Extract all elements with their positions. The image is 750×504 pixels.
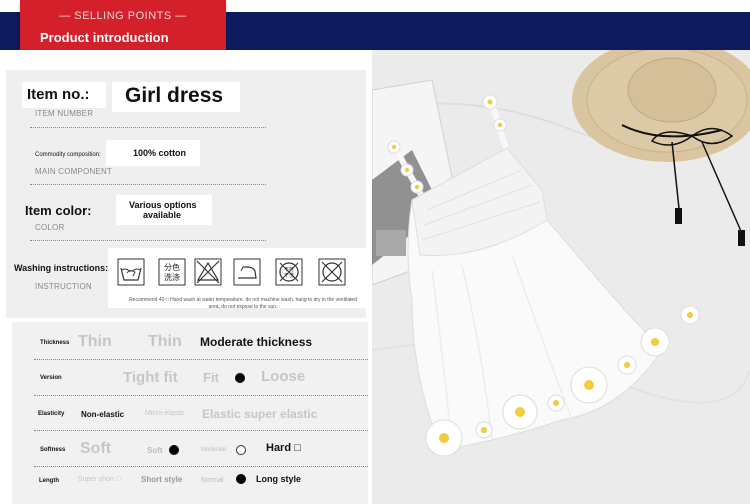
no-dry-clean-icon: 不可 干洗: [275, 258, 303, 286]
divider: [30, 127, 266, 128]
softness-option-3: Moderate: [201, 447, 227, 453]
hand-wash-icon: [117, 258, 145, 286]
svg-text:洗涤: 洗涤: [164, 272, 180, 282]
divider: [34, 430, 368, 431]
softness-option-2: Soft: [147, 446, 163, 455]
product-introduction-title: Product introduction: [40, 30, 169, 45]
softness-option-4: Hard □: [266, 442, 301, 454]
version-label: Version: [40, 375, 62, 381]
length-option-1: Super short □: [78, 476, 121, 483]
product-photo: [372, 50, 750, 504]
thickness-option-1: Thin: [78, 333, 112, 350]
version-option-3: Loose: [261, 368, 306, 385]
elasticity-option-3: Elastic super elastic: [202, 407, 318, 421]
washing-caption: Recommend 40 □ Hand wash at water temper…: [129, 297, 357, 310]
svg-text:干洗: 干洗: [284, 272, 294, 279]
no-tumble-dry-icon: [318, 258, 346, 286]
length-option-2: Short style: [141, 475, 183, 484]
thickness-option-3: Moderate thickness: [200, 335, 313, 349]
instruction-sublabel: INSTRUCTION: [35, 282, 92, 291]
elasticity-option-1: Non-elastic: [81, 410, 125, 419]
elasticity-label: Elasticity: [38, 411, 65, 417]
thickness-label: Thickness: [40, 340, 70, 346]
softness-empty-dot: [236, 445, 246, 455]
softness-option-1: Soft: [80, 440, 112, 457]
elasticity-option-2: Micro-elastic: [145, 410, 185, 417]
divider: [30, 184, 266, 185]
thickness-option-2: Thin: [148, 333, 182, 350]
length-option-4: Long style: [256, 474, 302, 484]
svg-text:分色: 分色: [164, 262, 180, 272]
item-no-value: Girl dress: [125, 84, 224, 107]
item-no-label: Item no.:: [27, 86, 90, 103]
no-bleach-icon: [194, 258, 222, 286]
item-number-sublabel: ITEM NUMBER: [35, 109, 94, 118]
version-selected-dot: [235, 373, 245, 383]
color-value-line2: available: [143, 210, 182, 220]
divider: [30, 240, 266, 241]
softness-selected-dot: [169, 445, 179, 455]
composition-label: Commodity composition:: [35, 152, 101, 158]
iron-icon: [233, 258, 261, 286]
length-option-3: Normal: [201, 477, 224, 484]
main-component-sublabel: MAIN COMPONENT: [35, 167, 113, 176]
item-color-label: Item color:: [25, 203, 92, 218]
washing-instructions-label: Washing instructions:: [14, 263, 109, 273]
color-value-line1: Various options: [129, 200, 197, 210]
version-option-1: Tight fit: [123, 369, 178, 386]
divider: [34, 395, 368, 396]
length-label: Length: [39, 478, 59, 484]
separate-wash-icon: 分色 洗涤: [158, 258, 186, 286]
selling-points-label: — SELLING POINTS —: [59, 10, 187, 22]
color-sublabel: COLOR: [35, 223, 65, 232]
length-selected-dot: [236, 474, 246, 484]
divider: [34, 466, 368, 467]
composition-value: 100% cotton: [133, 148, 187, 158]
softness-label: Softness: [40, 447, 66, 453]
version-option-2: Fit: [203, 370, 219, 385]
divider: [34, 359, 368, 360]
